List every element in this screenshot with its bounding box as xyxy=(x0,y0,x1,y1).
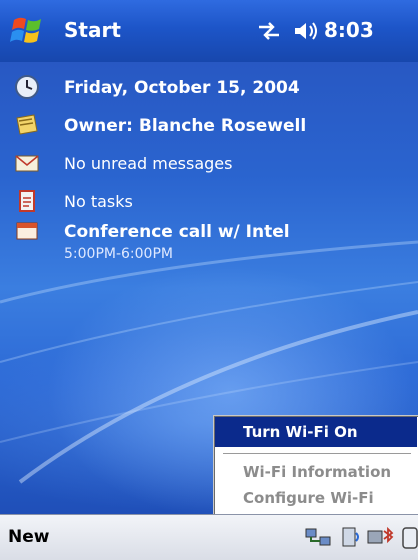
envelope-icon xyxy=(15,155,39,172)
windows-start-flag-icon[interactable] xyxy=(10,12,46,48)
appointment-row[interactable]: Conference call w/ Intel 5:00PM-6:00PM xyxy=(0,212,418,272)
bluetooth-icon[interactable] xyxy=(366,525,396,551)
menu-item-label: Wi-Fi Information xyxy=(243,463,392,481)
menu-item-configure-wifi[interactable]: Configure Wi-Fi xyxy=(215,483,417,513)
new-softkey[interactable]: New xyxy=(8,527,49,547)
menu-separator xyxy=(223,453,411,454)
messages-text: No unread messages xyxy=(64,154,233,173)
wifi-icon[interactable] xyxy=(338,525,362,551)
menu-item-turn-wifi-on[interactable]: Turn Wi-Fi On xyxy=(215,417,417,447)
menu-item-label: Configure Wi-Fi xyxy=(243,489,374,507)
owner-card-icon xyxy=(16,114,38,135)
calendar-icon xyxy=(16,222,38,240)
title-bar: Start 8:03 xyxy=(0,0,418,63)
bottom-menu-bar: New xyxy=(0,514,418,560)
date-row[interactable]: Friday, October 15, 2004 xyxy=(0,68,418,108)
clock-icon xyxy=(15,75,39,99)
pocketpc-today-screen: Start 8:03 Friday, October 15, 2004 Owne… xyxy=(0,0,418,560)
wifi-context-menu: Turn Wi-Fi On Wi-Fi Information Configur… xyxy=(214,416,418,516)
clock[interactable]: 8:03 xyxy=(324,18,374,42)
connectivity-arrows-icon[interactable] xyxy=(256,20,282,42)
page-title[interactable]: Start xyxy=(64,18,121,42)
volume-icon[interactable] xyxy=(292,18,320,44)
tasks-clipboard-icon xyxy=(19,190,35,212)
owner-row[interactable]: Owner: Blanche Rosewell xyxy=(0,106,418,146)
owner-text: Owner: Blanche Rosewell xyxy=(64,116,307,136)
date-text: Friday, October 15, 2004 xyxy=(64,78,300,98)
network-sync-icon[interactable] xyxy=(304,525,334,551)
appointment-time: 5:00PM-6:00PM xyxy=(64,246,173,262)
keyboard-toggle-icon[interactable] xyxy=(400,525,418,551)
tasks-text: No tasks xyxy=(64,192,133,211)
menu-item-label: Turn Wi-Fi On xyxy=(243,423,358,441)
appointment-title: Conference call w/ Intel xyxy=(64,222,290,242)
messages-row[interactable]: No unread messages xyxy=(0,144,418,184)
